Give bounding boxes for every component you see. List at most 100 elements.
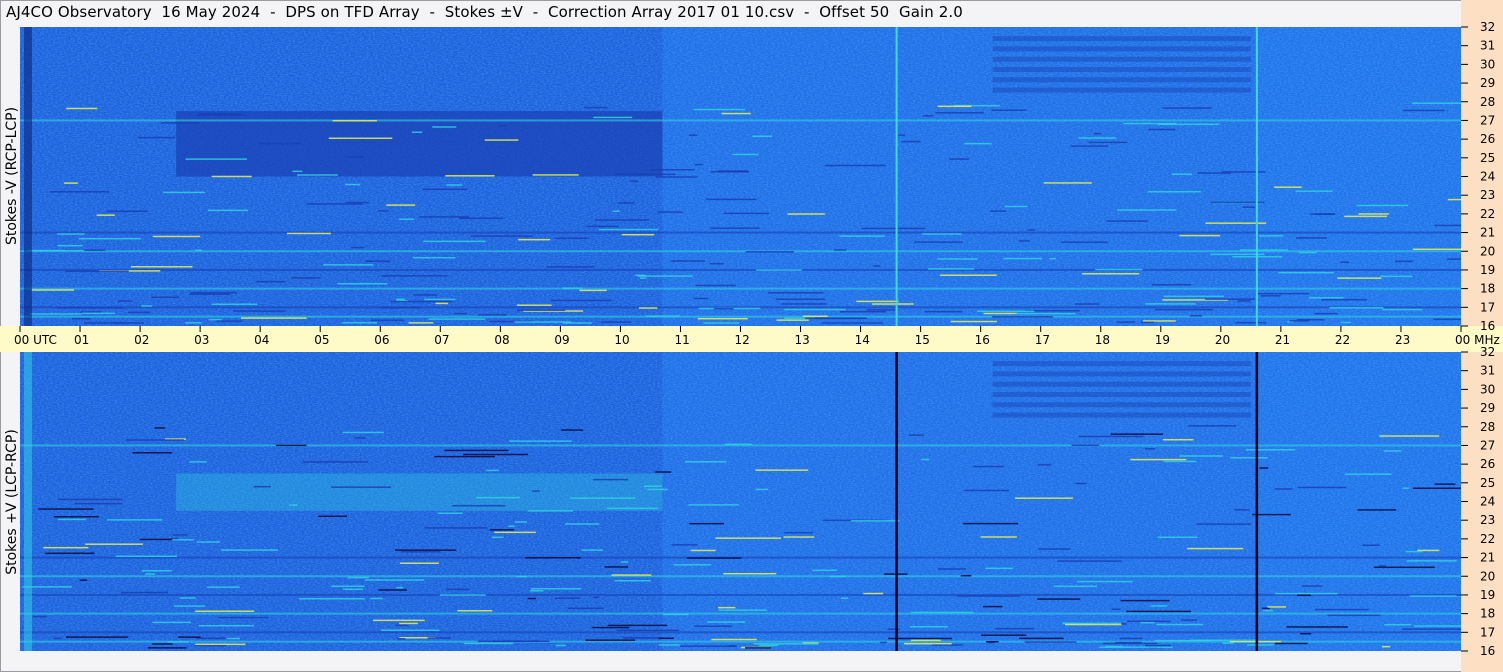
signal-streak (781, 303, 827, 305)
signal-streak (275, 444, 307, 447)
signal-streak (64, 182, 78, 184)
interference-band (20, 593, 1461, 596)
top-panel-ylabel: Stokes -V (RCP-LCP) (4, 107, 20, 245)
signal-streak (1015, 312, 1076, 315)
signal-streak (921, 458, 930, 461)
signal-streak (992, 316, 1053, 318)
signal-streak (1329, 307, 1384, 309)
signal-streak (1015, 497, 1073, 499)
time-tick-label: 12 (735, 333, 750, 347)
signal-streak (593, 596, 600, 599)
signal-streak (688, 504, 739, 506)
signal-streak (745, 251, 795, 253)
signal-streak (911, 611, 974, 614)
signal-streak (1179, 455, 1223, 457)
signal-streak (614, 173, 676, 176)
signal-streak (567, 607, 604, 610)
signal-streak (174, 605, 206, 607)
signal-streak (585, 639, 636, 641)
signal-streak (130, 266, 193, 268)
signal-streak (546, 266, 595, 268)
signal-streak (647, 488, 668, 491)
interference-band (20, 575, 1461, 578)
freq-tick-label: 19 (1480, 588, 1495, 602)
signal-streak (1259, 235, 1284, 237)
signal-streak (107, 519, 163, 521)
signal-streak (57, 307, 123, 309)
signal-streak (1263, 609, 1274, 612)
signal-streak (985, 567, 1014, 570)
signal-streak (291, 277, 321, 279)
signal-streak (586, 225, 619, 228)
signal-streak (1380, 275, 1413, 278)
signal-streak (194, 644, 226, 647)
time-tick-label: 19 (1155, 333, 1170, 347)
signal-streak (973, 465, 1005, 468)
signal-streak (408, 322, 434, 324)
signal-streak (759, 644, 779, 647)
signal-streak (598, 228, 659, 231)
signal-streak (428, 318, 486, 320)
time-tick-label: 21 (1275, 333, 1290, 347)
time-tick-label: 00 UTC (14, 333, 57, 347)
signal-streak (695, 284, 736, 287)
signal-streak (189, 293, 231, 296)
signal-streak (96, 214, 115, 216)
signal-streak (57, 244, 83, 247)
signal-streak (592, 626, 630, 629)
signal-streak (839, 235, 885, 237)
time-tick-label: 13 (795, 333, 810, 347)
signal-streak (289, 504, 298, 506)
signal-streak (1295, 237, 1328, 239)
signal-streak (494, 531, 536, 534)
signal-streak (562, 287, 584, 289)
signal-streak (525, 557, 581, 559)
signal-streak (489, 529, 515, 531)
signal-streak (57, 233, 85, 235)
signal-streak (1245, 449, 1296, 451)
time-tick-label: 06 (374, 333, 389, 347)
signal-streak (65, 270, 129, 272)
signal-streak (662, 613, 689, 616)
signal-streak (686, 557, 742, 559)
freq-tick-label: 30 (1480, 382, 1495, 396)
signal-streak (928, 268, 975, 270)
signal-streak (555, 644, 566, 647)
signal-streak (381, 275, 448, 277)
signal-streak (424, 298, 456, 301)
signal-streak (1105, 645, 1123, 648)
freq-tick-label: 18 (1480, 282, 1495, 296)
signal-streak (1382, 308, 1423, 311)
signal-streak (629, 180, 639, 182)
signal-streak (1405, 550, 1423, 553)
signal-streak (713, 307, 734, 310)
signal-streak (721, 112, 751, 115)
signal-streak (584, 106, 608, 109)
signal-streak (38, 508, 94, 510)
signal-streak (1077, 580, 1133, 583)
signal-streak (783, 536, 815, 538)
time-tick-label: 02 (134, 333, 149, 347)
signal-streak (579, 289, 607, 292)
signal-streak (66, 107, 98, 110)
signal-streak (132, 452, 173, 454)
signal-streak (1261, 607, 1270, 610)
signal-streak (1078, 137, 1116, 139)
signal-streak (1116, 321, 1136, 323)
signal-streak (1157, 646, 1173, 649)
freq-tick-label: 28 (1480, 95, 1495, 109)
signal-streak (516, 304, 552, 306)
signal-streak (581, 549, 603, 551)
signal-streak (185, 158, 247, 160)
freq-tick-label: 30 (1480, 57, 1495, 71)
freq-tick-label: 28 (1480, 420, 1495, 434)
signal-streak (635, 274, 646, 277)
signal-streak (658, 637, 674, 640)
signal-streak (1205, 298, 1255, 300)
signal-streak (399, 218, 415, 221)
signal-streak (980, 536, 1017, 538)
signal-streak (514, 521, 528, 523)
signal-streak (1321, 298, 1367, 301)
signal-streak (555, 237, 589, 240)
signal-streak (106, 210, 148, 213)
